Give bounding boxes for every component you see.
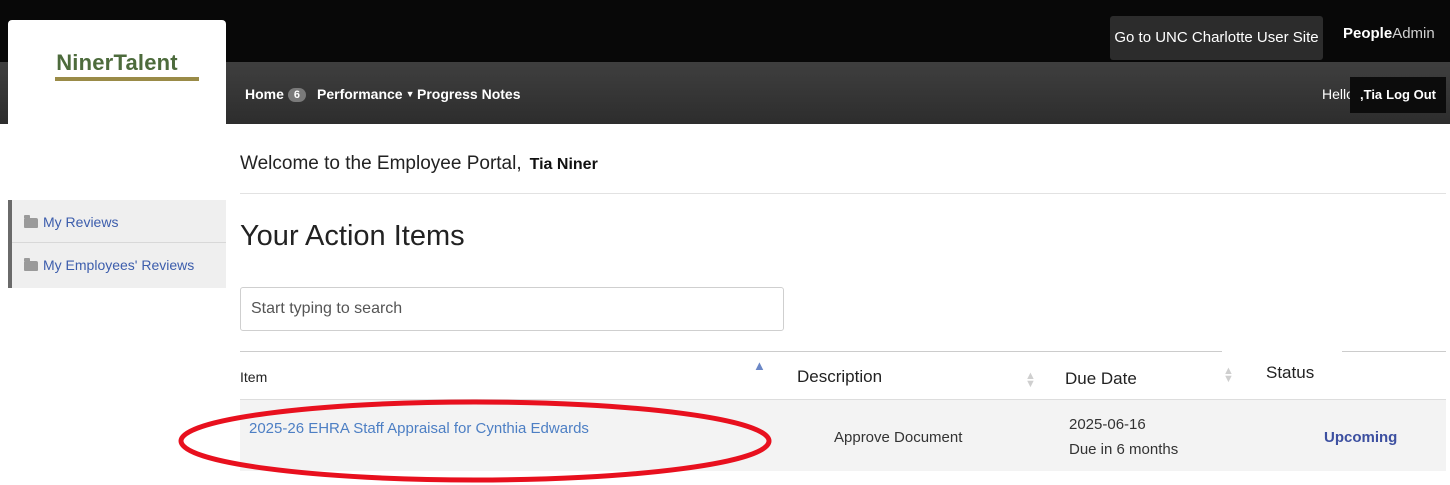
sidebar-item-label: My Reviews [43, 214, 119, 230]
table-row: 2025-26 EHRA Staff Appraisal for Cynthia… [240, 399, 1446, 471]
column-header-item[interactable]: Item [240, 369, 267, 385]
sidebar-item-my-reviews[interactable]: My Reviews [24, 211, 118, 233]
sidebar: My Reviews My Employees' Reviews [8, 200, 226, 288]
welcome-user-name: Tia Niner [529, 156, 598, 173]
sort-ascending-icon[interactable]: ▲ [753, 359, 766, 372]
column-header-due-date[interactable]: Due Date [1065, 369, 1137, 389]
logo-panel: NinerTalent [8, 20, 226, 124]
sidebar-item-label: My Employees' Reviews [43, 257, 195, 273]
page-title: Your Action Items [240, 220, 465, 252]
search-input[interactable] [240, 287, 784, 331]
nav-performance-menu[interactable]: Performance ▼ [317, 86, 415, 102]
sidebar-item-my-employees-reviews[interactable]: My Employees' Reviews [24, 254, 194, 276]
folder-icon [24, 258, 38, 271]
brand-admin: Admin [1392, 25, 1435, 42]
logout-label: Log Out [1386, 87, 1436, 102]
welcome-message: Welcome to the Employee Portal, Tia Niner [240, 153, 598, 175]
sidebar-divider [12, 242, 226, 243]
logout-button[interactable]: ,Tia Log Out [1350, 77, 1446, 113]
status-header-mask [1222, 350, 1342, 358]
welcome-text: Welcome to the Employee Portal, [240, 153, 522, 174]
row-description: Approve Document [834, 429, 963, 446]
welcome-divider [240, 193, 1446, 194]
logout-user-name: ,Tia [1360, 87, 1383, 102]
brand-people: People [1343, 25, 1393, 42]
sort-icon[interactable]: ▲ ▼ [1025, 371, 1036, 390]
row-due-date: 2025-06-16 [1069, 416, 1146, 433]
column-header-description[interactable]: Description [797, 367, 882, 387]
home-count-badge: 6 [287, 88, 307, 102]
column-header-status[interactable]: Status [1266, 363, 1314, 383]
go-to-user-site-button[interactable]: Go to UNC Charlotte User Site [1110, 16, 1323, 60]
nav-progress-notes-link[interactable]: Progress Notes [417, 86, 520, 102]
peopleadmin-logo: PeopleAdmin [1343, 25, 1435, 42]
nav-home-link[interactable]: Home 6 [245, 86, 307, 102]
table-header: Item ▲ Description ▲ ▼ Due Date ▲ ▼ Status [240, 350, 1446, 397]
action-item-link[interactable]: 2025-26 EHRA Staff Appraisal for Cynthia… [249, 419, 589, 438]
ninertalent-logo[interactable]: NinerTalent [8, 50, 226, 76]
logo-underline [55, 77, 199, 81]
folder-icon [24, 215, 38, 228]
row-status[interactable]: Upcoming [1324, 429, 1397, 446]
nav-home-label: Home [245, 86, 284, 102]
sort-icon[interactable]: ▲ ▼ [1223, 366, 1234, 385]
caret-down-icon: ▼ [405, 89, 415, 99]
nav-performance-label: Performance [317, 86, 403, 102]
row-due-relative: Due in 6 months [1069, 441, 1179, 458]
